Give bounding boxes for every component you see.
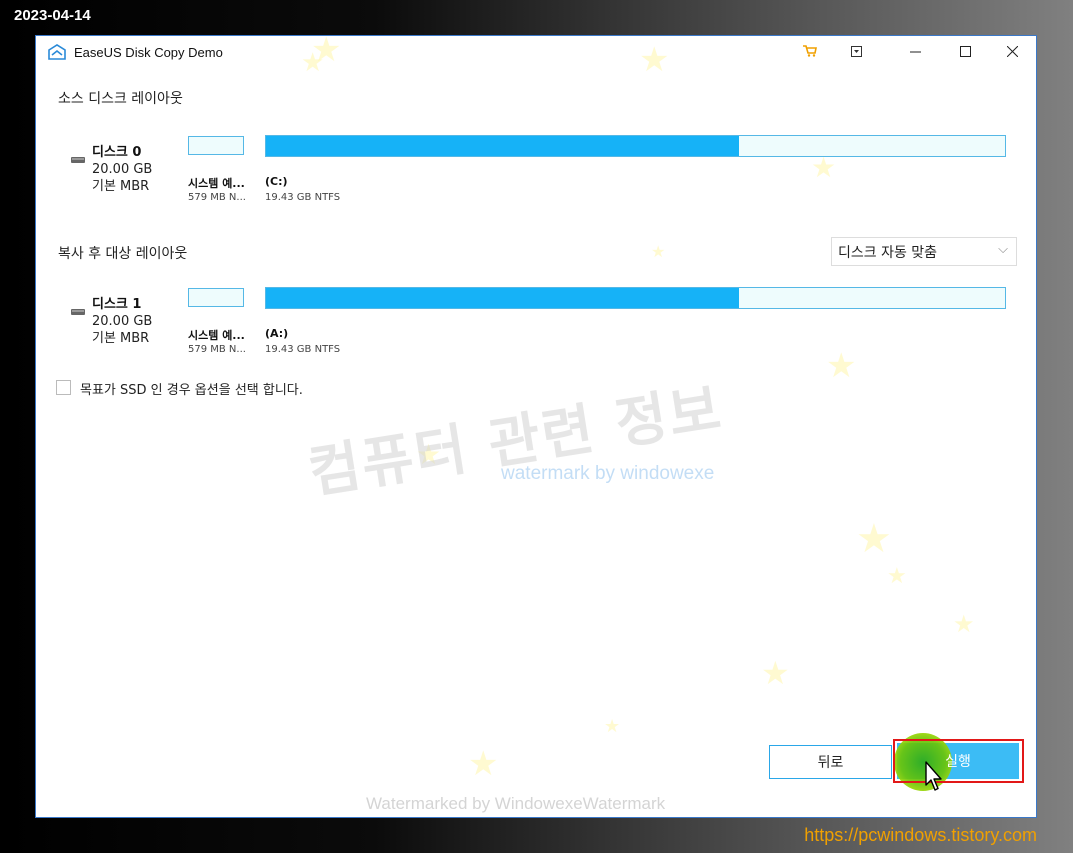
target-partition-system-label: 시스템 예... xyxy=(188,329,245,342)
date-stamp: 2023-04-14 xyxy=(14,7,91,24)
source-partition-system-info: 579 MB N... xyxy=(188,192,246,203)
usage-fill xyxy=(266,136,739,156)
star-decoration: ★ xyxy=(651,242,666,261)
star-decoration: ★ xyxy=(826,346,857,386)
star-decoration: ★ xyxy=(887,564,907,589)
watermark-small: watermark by windowexe xyxy=(501,463,715,484)
ssd-option-checkbox[interactable] xyxy=(56,380,71,395)
target-disk-name: 디스크 1 xyxy=(92,297,142,312)
chevron-down-icon: ⌵ xyxy=(998,242,1008,257)
star-decoration: ★ xyxy=(953,610,975,638)
back-button[interactable]: 뒤로 xyxy=(769,745,892,779)
close-icon xyxy=(1006,45,1018,61)
source-partition-c-label: (C:) xyxy=(265,175,288,188)
source-partition-system-bar[interactable] xyxy=(188,136,244,155)
run-button-label: 실행 xyxy=(945,754,971,770)
target-partition-a-info: 19.43 GB NTFS xyxy=(265,344,341,355)
menu-icon xyxy=(850,45,862,61)
cart-button[interactable] xyxy=(794,41,826,65)
hard-disk-icon xyxy=(71,301,85,315)
target-partition-a-label: (A:) xyxy=(265,327,289,340)
target-disk-type: 기본 MBR xyxy=(92,331,150,346)
maximize-button[interactable] xyxy=(949,41,981,65)
usage-fill xyxy=(266,288,739,308)
target-partition-system-info: 579 MB N... xyxy=(188,344,246,355)
source-disk-type: 기본 MBR xyxy=(92,179,150,194)
mouse-pointer-icon xyxy=(925,761,945,795)
star-decoration: ★ xyxy=(468,744,499,784)
ssd-option-label[interactable]: 목표가 SSD 인 경우 옵션을 선택 합니다. xyxy=(80,379,303,398)
site-url: https://pcwindows.tistory.com xyxy=(804,825,1037,845)
source-partition-system-label: 시스템 예... xyxy=(188,177,245,190)
easeus-logo-icon xyxy=(48,44,66,60)
target-partition-system-bar[interactable] xyxy=(188,288,244,307)
minimize-button[interactable] xyxy=(899,41,931,65)
source-disk-size: 20.00 GB xyxy=(92,162,153,177)
star-decoration: ★ xyxy=(761,654,790,692)
title-bar: EaseUS Disk Copy Demo xyxy=(36,36,1036,69)
target-heading: 복사 후 대상 레이아웃 xyxy=(58,246,188,262)
minimize-icon xyxy=(909,45,921,61)
source-heading: 소스 디스크 레이아웃 xyxy=(58,91,183,107)
window-title: EaseUS Disk Copy Demo xyxy=(74,45,223,60)
app-window: ★ ★ ★ ★ ★ ★ ★ ★ ★ ★ ★ ★ ★ EaseUS Disk Co… xyxy=(35,35,1037,818)
close-button[interactable] xyxy=(996,41,1028,65)
watermark-bottom: Watermarked by WindowexeWatermark xyxy=(366,794,666,813)
target-disk-size: 20.00 GB xyxy=(92,314,153,329)
target-partition-a-bar[interactable] xyxy=(265,287,1006,309)
source-partition-c-info: 19.43 GB NTFS xyxy=(265,192,341,203)
cart-icon xyxy=(803,45,817,61)
watermark-korean: 컴퓨터 관련 정보 xyxy=(304,376,727,507)
star-decoration: ★ xyxy=(856,516,892,562)
star-decoration: ★ xyxy=(604,716,621,737)
layout-option-value: 디스크 자동 맞춤 xyxy=(838,244,938,261)
source-partition-c-bar[interactable] xyxy=(265,135,1006,157)
menu-button[interactable] xyxy=(840,41,872,65)
layout-option-dropdown[interactable]: 디스크 자동 맞춤 ⌵ xyxy=(831,237,1017,266)
source-disk-name: 디스크 0 xyxy=(92,145,142,160)
hard-disk-icon xyxy=(71,149,85,163)
maximize-icon xyxy=(959,45,971,61)
